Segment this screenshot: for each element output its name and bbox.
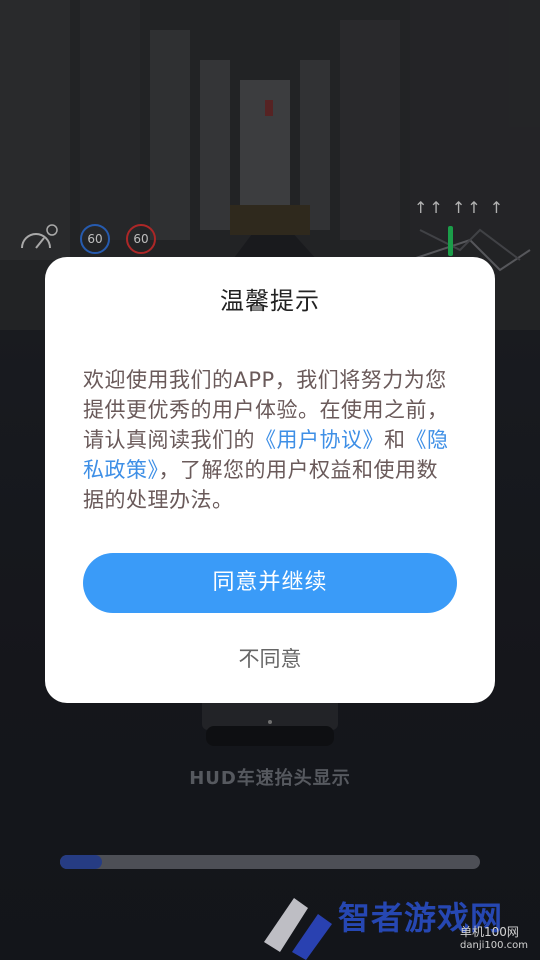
user-agreement-link[interactable]: 《用户协议》 — [255, 428, 384, 452]
dialog-title: 温馨提示 — [220, 287, 320, 315]
disagree-button[interactable]: 不同意 — [45, 643, 495, 673]
dialog-message: 欢迎使用我们的APP，我们将努力为您提供更优秀的用户体验。在使用之前，请认真阅读… — [83, 365, 459, 515]
agree-continue-button[interactable]: 同意并继续 — [83, 553, 457, 613]
privacy-dialog: 温馨提示 欢迎使用我们的APP，我们将努力为您提供更优秀的用户体验。在使用之前，… — [45, 257, 495, 703]
dialog-text-and: 和 — [384, 428, 406, 452]
